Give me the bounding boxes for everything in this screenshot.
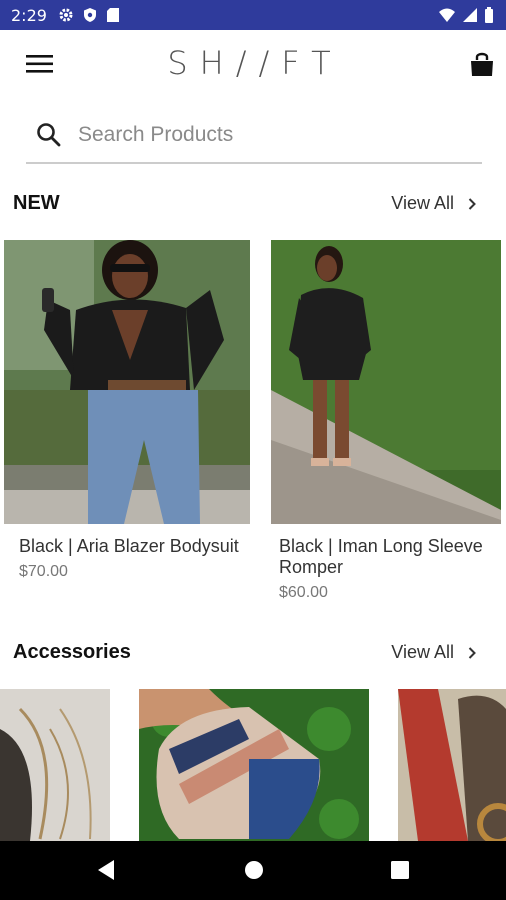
- recents-icon[interactable]: [390, 859, 410, 886]
- cart-button[interactable]: [468, 50, 496, 78]
- sd-card-icon: [106, 7, 120, 23]
- view-all-label: View All: [391, 642, 454, 662]
- search-bar: [26, 112, 482, 164]
- gear-icon: [58, 7, 74, 23]
- signal-icon: [462, 7, 478, 23]
- back-icon[interactable]: [96, 859, 116, 886]
- hamburger-menu-icon: [26, 55, 53, 73]
- search-input[interactable]: [78, 118, 468, 152]
- shopping-bag-icon: [471, 52, 493, 76]
- product-image: [398, 689, 506, 841]
- app-logo: SH//FT: [167, 44, 343, 82]
- chevron-right-icon: [468, 197, 476, 210]
- product-image: [271, 240, 501, 524]
- accessory-card[interactable]: [398, 689, 506, 841]
- battery-icon: [484, 7, 494, 23]
- search-icon: [36, 122, 62, 148]
- new-section-header: NEW View All: [0, 186, 506, 222]
- wifi-icon: [438, 7, 456, 23]
- accessories-section-header: Accessories View All: [0, 635, 506, 671]
- status-time: 2:29: [11, 6, 47, 25]
- product-price: $60.00: [279, 584, 328, 601]
- product-image: [4, 240, 250, 524]
- home-icon[interactable]: [244, 859, 264, 886]
- product-card[interactable]: Black | Iman Long Sleeve Romper $60.00: [271, 240, 501, 602]
- accessory-card[interactable]: [139, 689, 369, 841]
- section-title-accessories: Accessories: [13, 641, 131, 663]
- section-title-new: NEW: [13, 192, 60, 214]
- product-card[interactable]: Black | Aria Blazer Bodysuit $70.00: [4, 240, 250, 581]
- view-all-label: View All: [391, 193, 454, 213]
- view-all-accessories-link[interactable]: View All: [391, 642, 476, 663]
- product-name: Black | Aria Blazer Bodysuit: [19, 536, 239, 556]
- product-price: $70.00: [19, 563, 68, 580]
- menu-button[interactable]: [26, 52, 54, 76]
- system-nav-bar: [0, 841, 506, 900]
- view-all-new-link[interactable]: View All: [391, 193, 476, 214]
- app-bar: SH//FT: [0, 30, 506, 100]
- product-image: [139, 689, 369, 841]
- product-name: Black | Iman Long Sleeve Romper: [279, 536, 483, 577]
- chevron-right-icon: [468, 646, 476, 659]
- status-right-icons: [438, 7, 494, 23]
- accessory-card[interactable]: [0, 689, 110, 841]
- product-image: [0, 689, 110, 841]
- shield-icon: [82, 7, 98, 23]
- status-left-icons: [58, 7, 120, 23]
- status-bar: 2:29: [0, 0, 506, 30]
